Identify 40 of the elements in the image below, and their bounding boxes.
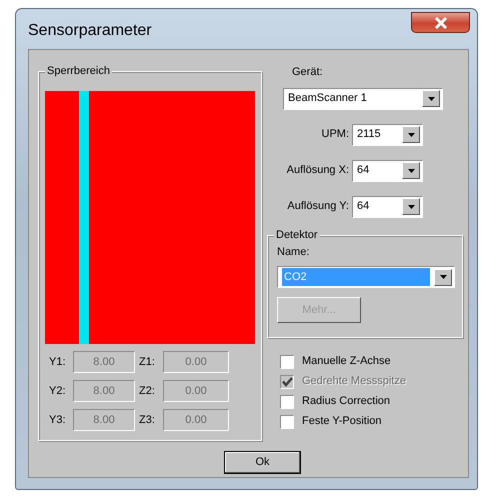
field-label: Z2: (138, 384, 156, 399)
caret-icon (408, 168, 414, 172)
selected-text: CO2 (282, 268, 430, 286)
field-label: Auflösung Y: (286, 199, 350, 214)
device-dropdown[interactable]: BeamScanner 1 (283, 88, 443, 110)
dropdown-button[interactable] (402, 198, 420, 215)
dropdown-button[interactable] (422, 90, 440, 107)
checkbox[interactable] (280, 414, 294, 428)
setting-dropdown[interactable]: 64 (352, 196, 423, 218)
field-label: Z3: (138, 412, 156, 428)
group-title: Sperrbereich (45, 65, 112, 78)
checkbox-label: Gedrehte Messspitze (302, 374, 406, 390)
close-icon (434, 16, 448, 28)
window-title: Sensorparameter (28, 21, 152, 41)
dropdown-button[interactable] (402, 162, 420, 179)
field-label: Gerät: (292, 65, 324, 80)
dropdown-button[interactable] (434, 268, 452, 286)
caret-icon (440, 275, 446, 279)
field-label: Auflösung X: (286, 163, 350, 178)
caret-icon (408, 204, 414, 208)
field-label: Y3: (48, 412, 67, 428)
setting-dropdown[interactable]: 2115 (352, 124, 423, 146)
checkbox-label: Feste Y-Position (302, 414, 382, 430)
field-label: Name: (277, 244, 310, 260)
field-label: Y1: (48, 354, 67, 370)
close-button[interactable] (411, 12, 470, 33)
checkbox-label: Radius Correction (302, 394, 390, 410)
setting-dropdown[interactable]: 64 (352, 160, 423, 182)
checkbox-label: Manuelle Z-Achse (302, 354, 391, 370)
detector-dropdown[interactable]: CO2 (277, 266, 455, 288)
caret-icon (408, 132, 414, 136)
field-label: Y2: (48, 384, 67, 399)
caret-icon (428, 96, 434, 100)
dropdown-button[interactable] (402, 126, 420, 143)
group-title: Detektor (274, 228, 320, 242)
checkbox[interactable] (280, 354, 294, 368)
ok-button[interactable]: Ok (224, 451, 301, 474)
field-label: UPM: (320, 127, 350, 142)
checkbox[interactable] (280, 394, 294, 408)
field-label: Z1: (138, 354, 156, 370)
